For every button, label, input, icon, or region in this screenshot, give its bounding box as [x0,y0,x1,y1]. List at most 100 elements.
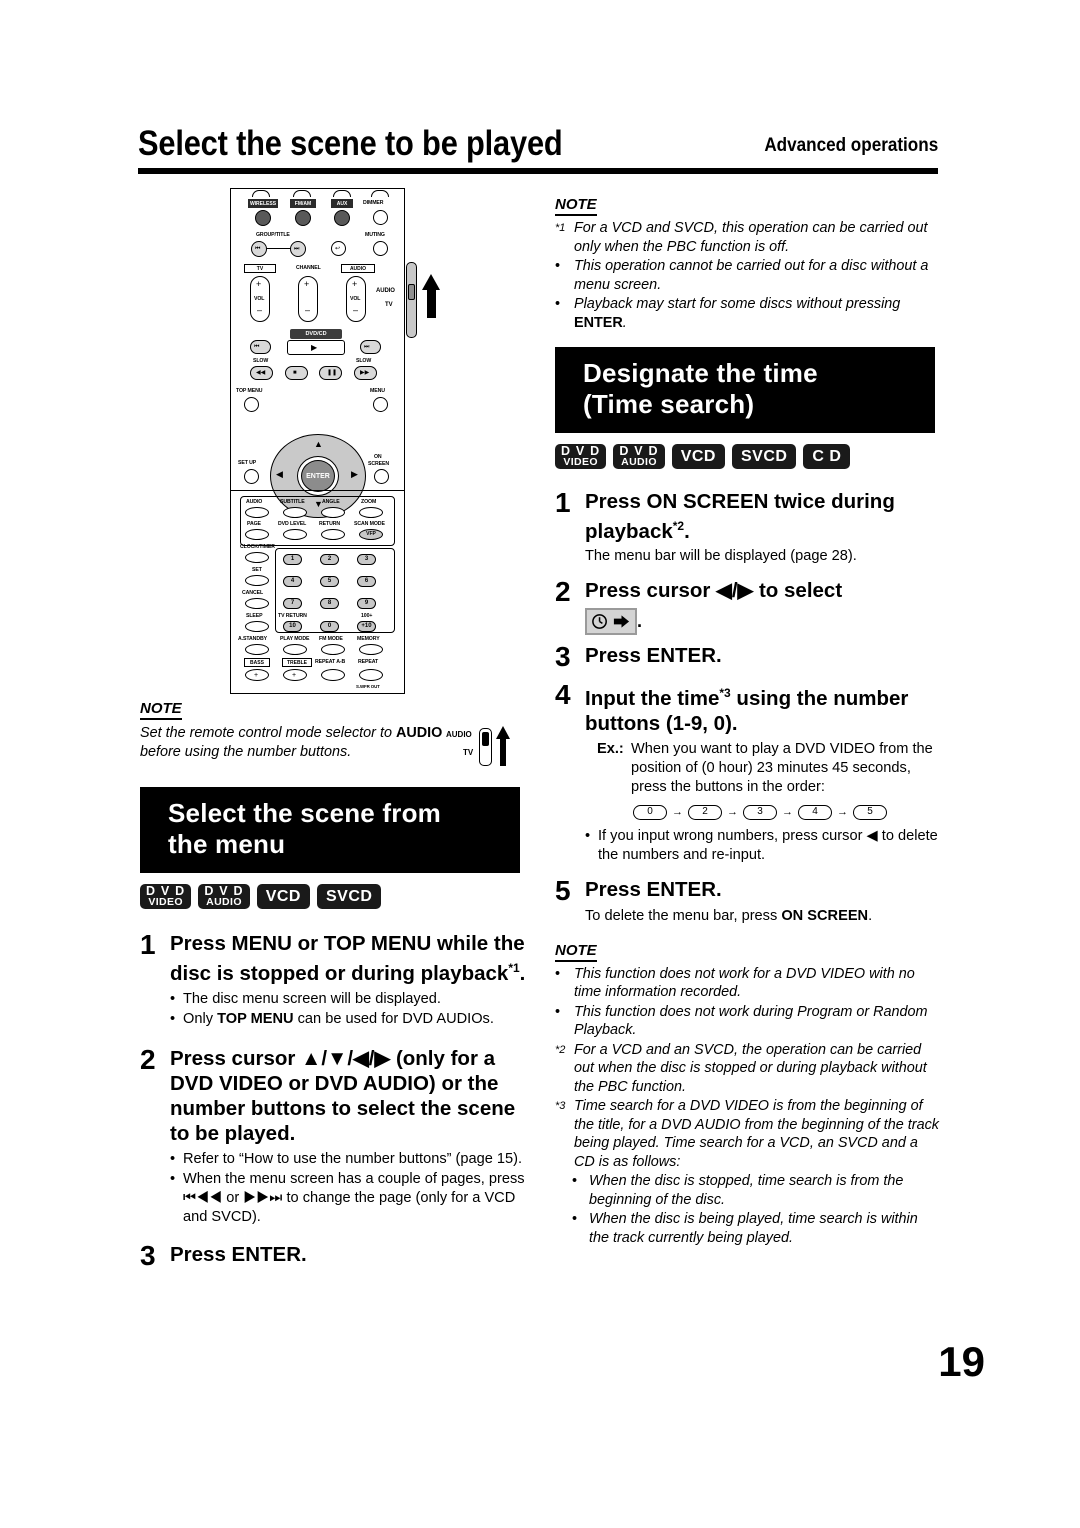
remote-arc-3 [333,190,351,197]
repeat-button[interactable] [359,669,383,681]
list-item: • This function does not work during Pro… [555,1003,940,1040]
left-column: NOTE Set the remote control mode selecto… [140,700,530,1269]
list-item: • Playback may start for some discs with… [555,295,940,332]
step-sub-post: . [868,907,873,924]
note-item-text: For a VCD and an SVCD, the operation can… [574,1041,927,1095]
step-text-tail: . [684,519,690,543]
remote-control-illustration: WIRELESS FM/AM AUX DIMMER GROUP/TITLE ⏮ … [228,188,440,698]
step-text: Input the time*3 using the number button… [585,681,940,736]
step-text-main: Input the time [585,686,720,710]
dvd-level-button[interactable] [283,529,307,540]
mode-selector-graphic: AUDIO TV [446,726,516,772]
audio-fn-button[interactable] [245,507,269,518]
section-banner-time: Designate the time (Time search) [555,347,935,433]
callout-arrow-stem [427,288,436,318]
cursor-right-icon[interactable]: ▶ [351,470,358,479]
muting-button[interactable] [373,241,388,256]
wireless-tag: WIRELESS [248,199,278,208]
number-button-2[interactable]: 2 [320,554,339,565]
plus-icon: + [254,672,259,679]
set-up-button[interactable] [244,469,259,484]
step-1-time: 1 Press ON SCREEN twice during playback*… [555,489,940,544]
slow-plus-label: SLOW [356,358,372,364]
number-button-5[interactable]: 5 [320,576,339,587]
wireless-button[interactable] [255,210,271,226]
step-1-sub: The menu bar will be displayed (page 28)… [585,547,857,564]
memory-label: MEMORY [357,636,380,642]
zoom-button[interactable] [359,507,383,518]
badge-dvd-audio: D V D AUDIO [198,884,250,909]
sequence-button-1: 0 [633,804,667,820]
step-text-main: Press ON SCREEN twice during playback [585,490,895,543]
note-heading: NOTE [555,942,597,962]
top-menu-button[interactable] [244,397,259,412]
number-button-4[interactable]: 4 [283,576,302,587]
fm-mode-button[interactable] [321,644,345,655]
group-title-connector [267,248,291,249]
section-label: Advanced operations [764,135,938,156]
fm-am-button[interactable] [295,210,311,226]
banner-line-2: (Time search) [583,389,755,419]
number-button-0[interactable]: 0 [320,621,339,632]
note-list: • This function does not work for a DVD … [555,965,940,1248]
banner-line-1: Select the scene from [168,798,441,828]
play-mode-button[interactable] [283,644,307,655]
step-text: Press cursor ▲/▼/◀/▶ (only for a DVD VID… [170,1046,516,1145]
note-heading: NOTE [555,196,597,216]
note-line-2: before using the number buttons. [140,743,352,760]
set-button[interactable] [245,575,269,586]
angle-button[interactable] [321,507,345,518]
footnote-marker: *2 [555,1043,566,1056]
list-item: • The disc menu screen will be displayed… [170,990,530,1009]
step-text: Press ON SCREEN twice during playback*2. [585,489,940,544]
bullet-text: If you input wrong numbers, press cursor… [598,827,938,863]
on-screen-label-2: SCREEN [368,461,390,467]
number-button-8[interactable]: 8 [320,598,339,609]
sleep-button[interactable] [245,621,269,632]
menu-button[interactable] [373,397,388,412]
a-standby-button[interactable] [245,644,269,655]
group-title-label: GROUP/TITLE [256,232,290,238]
number-button-7[interactable]: 7 [283,598,302,609]
aux-button[interactable] [334,210,350,226]
enter-button[interactable]: ENTER [301,460,335,492]
clock-timer-button[interactable] [245,552,269,563]
number-button-6[interactable]: 6 [357,576,376,587]
on-screen-label-1: ON [374,454,382,460]
arrow-icon: → [837,805,848,818]
mode-selector-knob[interactable] [408,284,415,300]
list-item: *3 Time search for a DVD VIDEO is from t… [555,1097,940,1171]
remote-arc-4 [371,190,389,197]
step-sub-bold: ON SCREEN [781,907,869,924]
cursor-left-icon[interactable]: ◀ [276,470,283,479]
repeat-ab-button[interactable] [321,669,345,681]
list-item: • If you input wrong numbers, press curs… [585,827,940,865]
page-button[interactable] [245,529,269,540]
step-number: 1 [555,487,571,518]
badge-line-2: VIDEO [148,896,184,908]
list-item: • Only TOP MENU can be used for DVD AUDI… [170,1010,530,1029]
number-button-plus10[interactable]: +10 [357,621,376,632]
return-button[interactable] [321,529,345,540]
note-item-text: Time search for a DVD VIDEO is from the … [574,1098,939,1170]
subtitle-button[interactable] [283,507,307,518]
note-item-text: This operation cannot be carried out for… [574,258,929,293]
memory-button[interactable] [359,644,383,655]
cursor-up-icon[interactable]: ▲ [314,440,323,449]
mode-selector-track[interactable] [406,262,417,338]
bullet-text-post: can be used for DVD AUDIOs. [293,1010,494,1027]
audio-fn-label: AUDIO [246,499,263,505]
number-button-1[interactable]: 1 [283,554,302,565]
note-heading: NOTE [140,700,182,720]
cancel-button[interactable] [245,598,269,609]
play-mode-label: PLAY MODE [280,636,310,642]
cancel-label: CANCEL [242,590,264,596]
number-button-3[interactable]: 3 [357,554,376,565]
step-2-bullets: • Refer to “How to use the number button… [170,1150,530,1227]
number-button-10[interactable]: 10 [283,621,302,632]
on-screen-button[interactable] [374,469,389,484]
number-button-9[interactable]: 9 [357,598,376,609]
treble-tag: TREBLE [282,658,312,667]
banner-line-1: Designate the time [583,358,818,388]
dimmer-button[interactable] [373,210,388,225]
